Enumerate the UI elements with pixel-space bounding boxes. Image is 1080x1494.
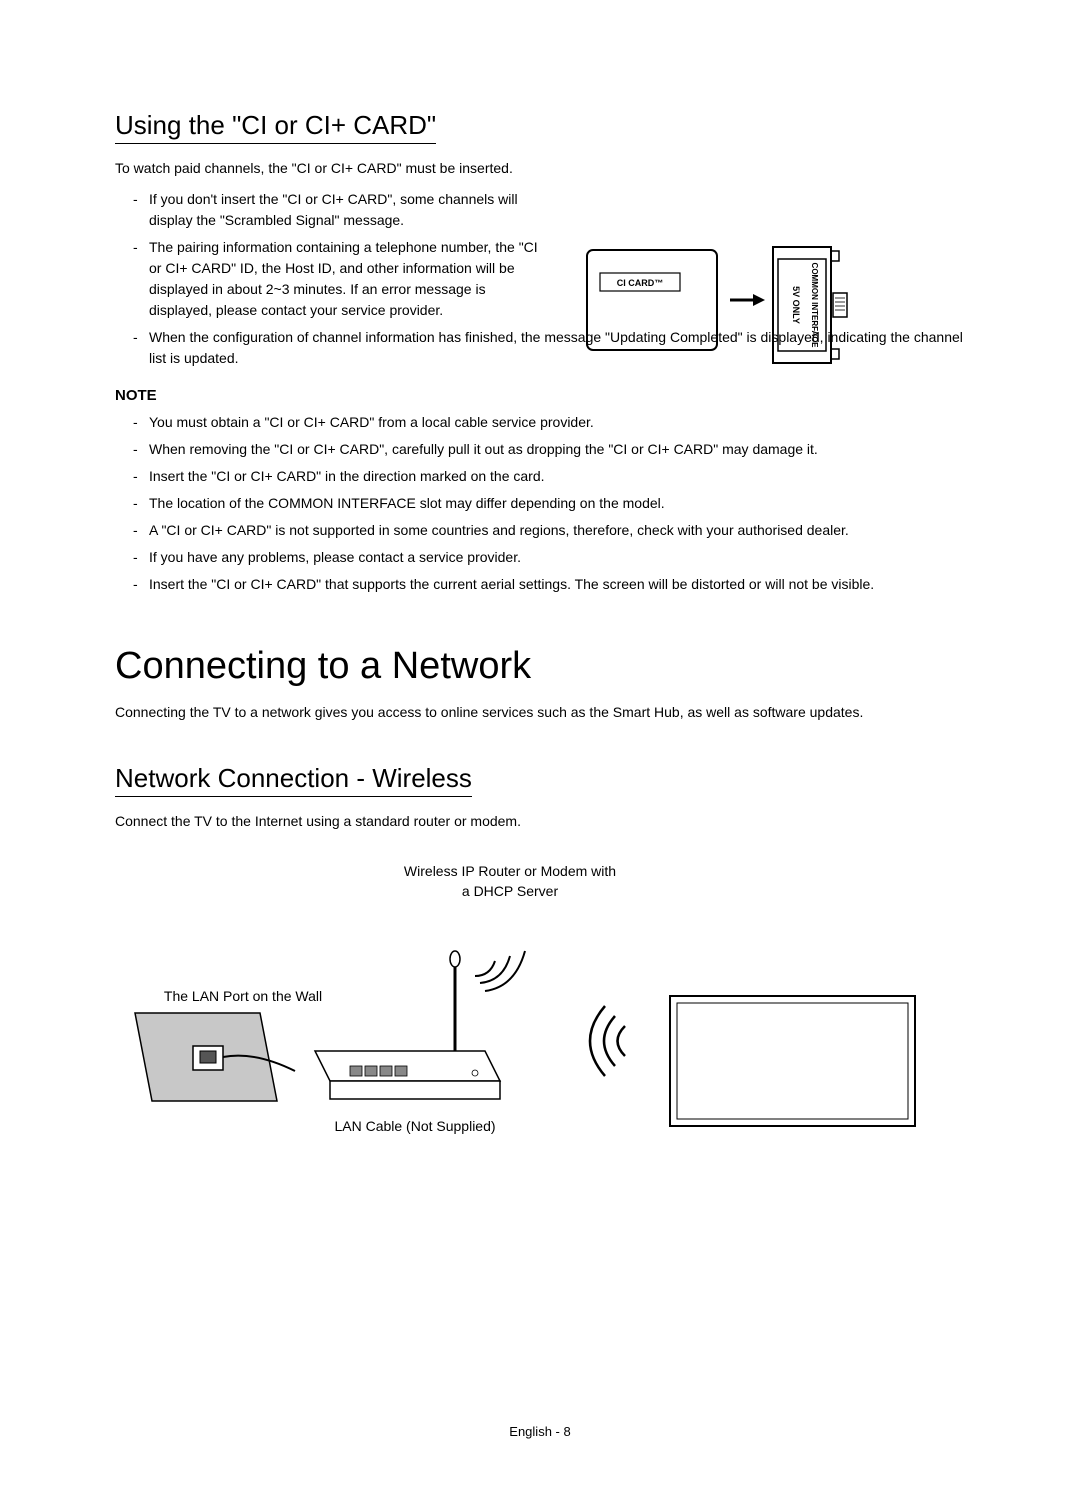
bullet-item: You must obtain a "CI or CI+ CARD" from … — [133, 412, 965, 433]
note-heading: NOTE — [115, 387, 965, 404]
ci-card-diagram: CI CARD™ 5V ONLY COMMON INTERFACE — [585, 245, 850, 365]
bullet-item: If you have any problems, please contact… — [133, 547, 965, 568]
slot-label-5v: 5V ONLY — [791, 286, 801, 324]
bullet-list-note: You must obtain a "CI or CI+ CARD" from … — [115, 412, 965, 595]
section-ci-card: Using the "CI or CI+ CARD" To watch paid… — [115, 110, 965, 595]
section-title: Using the "CI or CI+ CARD" — [115, 110, 436, 144]
network-diagram: Wireless IP Router or Modem with a DHCP … — [115, 862, 965, 1146]
router-label-line1: Wireless IP Router or Modem with — [404, 863, 616, 879]
router-label-line2: a DHCP Server — [462, 883, 558, 899]
bullet-item: A "CI or CI+ CARD" is not supported in s… — [133, 520, 965, 541]
cable-label: LAN Cable (Not Supplied) — [334, 1118, 495, 1134]
section-connecting-network: Connecting to a Network Connecting the T… — [115, 645, 965, 723]
page-footer: English - 8 — [0, 1424, 1080, 1439]
router-icon — [315, 951, 525, 1099]
main-heading: Connecting to a Network — [115, 645, 965, 688]
ci-card-label: CI CARD™ — [617, 278, 664, 288]
intro-text: Connect the TV to the Internet using a s… — [115, 811, 965, 832]
slot-label-common: COMMON INTERFACE — [810, 263, 819, 349]
bullet-item: If you don't insert the "CI or CI+ CARD"… — [133, 189, 548, 231]
section-title: Network Connection - Wireless — [115, 763, 472, 797]
tv-icon — [670, 996, 915, 1126]
bullet-item: Insert the "CI or CI+ CARD" that support… — [133, 574, 965, 595]
bullet-item: The pairing information containing a tel… — [133, 237, 548, 321]
intro-text: Connecting the TV to a network gives you… — [115, 702, 965, 723]
network-diagram-svg: The LAN Port on the Wall — [115, 901, 965, 1141]
wall-label: The LAN Port on the Wall — [164, 988, 322, 1004]
bullet-item: When removing the "CI or CI+ CARD", care… — [133, 439, 965, 460]
intro-text: To watch paid channels, the "CI or CI+ C… — [115, 158, 965, 179]
section-network-wireless: Network Connection - Wireless Connect th… — [115, 763, 965, 1146]
wifi-receive-icon — [590, 1006, 625, 1076]
bullet-item: The location of the COMMON INTERFACE slo… — [133, 493, 965, 514]
bullet-item: Insert the "CI or CI+ CARD" in the direc… — [133, 466, 965, 487]
